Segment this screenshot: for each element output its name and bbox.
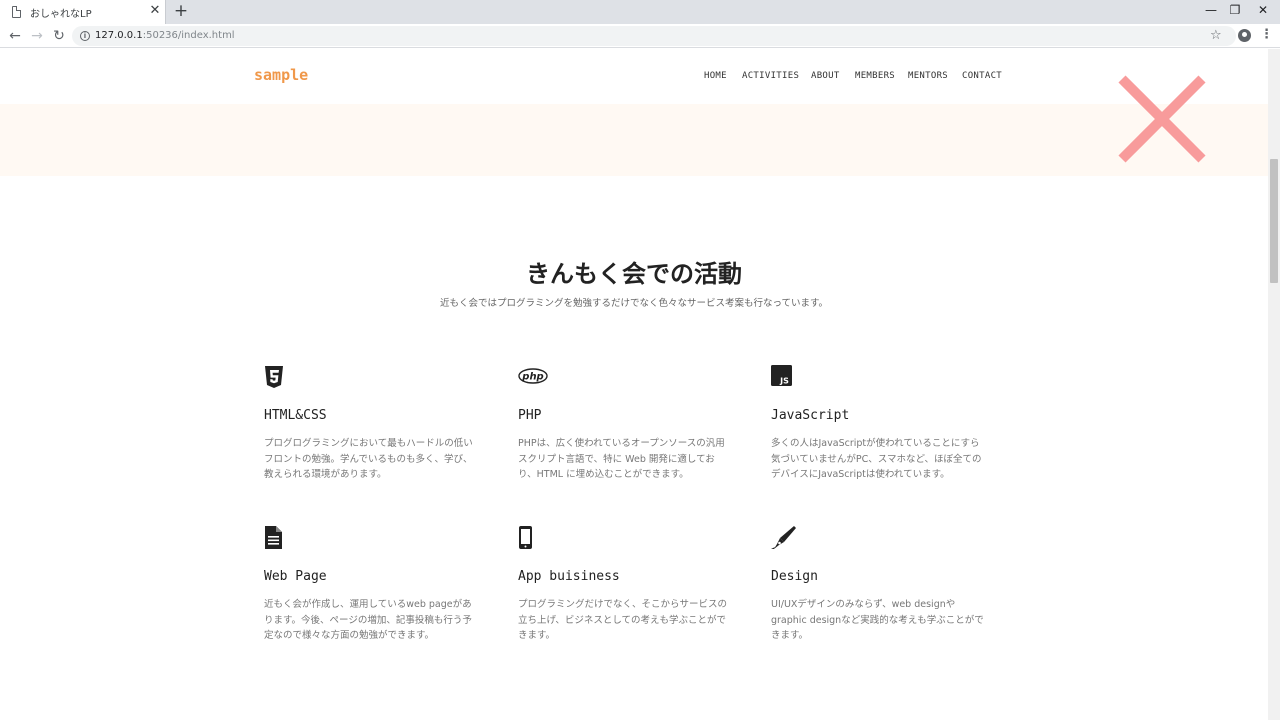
new-tab-button[interactable]: + bbox=[172, 2, 190, 20]
back-button[interactable]: ← bbox=[6, 27, 24, 45]
reload-button[interactable]: ↻ bbox=[50, 27, 68, 45]
page-scrollbar[interactable] bbox=[1268, 49, 1280, 720]
nav-activities[interactable]: ACTIVITIES bbox=[742, 71, 799, 81]
mobile-icon bbox=[519, 526, 532, 549]
nav-about[interactable]: ABOUT bbox=[811, 71, 840, 81]
address-bar[interactable]: i 127.0.0.1:50236/index.html ☆ bbox=[72, 26, 1236, 46]
url-text[interactable]: 127.0.0.1:50236/index.html bbox=[95, 30, 235, 41]
browser-tab[interactable]: おしゃれなLP ✕ bbox=[0, 0, 166, 24]
tab-close-icon[interactable]: ✕ bbox=[148, 4, 162, 18]
document-icon bbox=[265, 526, 282, 549]
nav-mentors[interactable]: MENTORS bbox=[908, 71, 948, 81]
page-content: sample HOME ACTIVITIES ABOUT MEMBERS MEN… bbox=[0, 49, 1268, 720]
card-title: App buisiness bbox=[518, 569, 620, 584]
nav-contact[interactable]: CONTACT bbox=[962, 71, 1002, 81]
pen-icon bbox=[771, 526, 796, 549]
card-title: PHP bbox=[518, 408, 542, 423]
browser-tab-bar: おしゃれなLP ✕ + — ❐ ✕ bbox=[0, 0, 1280, 24]
html5-icon bbox=[265, 366, 283, 388]
card-title: HTML&CSS bbox=[264, 408, 327, 423]
forward-button[interactable]: → bbox=[28, 27, 46, 45]
svg-text:php: php bbox=[521, 372, 543, 383]
info-icon[interactable]: i bbox=[80, 31, 90, 41]
php-icon: php bbox=[518, 368, 548, 384]
url-path: :50236/index.html bbox=[142, 30, 235, 41]
nav-home[interactable]: HOME bbox=[704, 71, 727, 81]
hero-band bbox=[0, 104, 1268, 176]
scrollbar-thumb[interactable] bbox=[1270, 159, 1278, 283]
nav-members[interactable]: MEMBERS bbox=[855, 71, 895, 81]
menu-icon[interactable]: ⋮ bbox=[1260, 27, 1273, 42]
site-logo[interactable]: sample bbox=[254, 66, 308, 84]
card-title: Web Page bbox=[264, 569, 327, 584]
card-text: プログラミングだけでなく、そこからサービスの立ち上げ、ビジネスとしての考えも学ぶ… bbox=[518, 599, 728, 641]
svg-text:JS: JS bbox=[779, 377, 789, 386]
close-menu-icon[interactable] bbox=[1112, 69, 1212, 169]
js-icon: JS bbox=[771, 365, 792, 386]
browser-toolbar: ← → ↻ i 127.0.0.1:50236/index.html ☆ ⋮ bbox=[0, 24, 1280, 48]
card-text: UI/UXデザインのみならず、web designやgraphic design… bbox=[771, 599, 984, 641]
window-close-button[interactable]: ✕ bbox=[1240, 0, 1280, 22]
url-host: 127.0.0.1 bbox=[95, 30, 143, 41]
card-text: 近もく会が作成し、運用しているweb pageがあります。今後、ページの増加、記… bbox=[264, 599, 472, 641]
card-text: プログログラミングにおいて最もハードルの低いフロントの勉強。学んでいるものも多く… bbox=[264, 438, 473, 480]
site-header: sample HOME ACTIVITIES ABOUT MEMBERS MEN… bbox=[0, 49, 1268, 104]
profile-icon[interactable] bbox=[1238, 29, 1251, 42]
bookmark-star-icon[interactable]: ☆ bbox=[1210, 28, 1222, 43]
card-title: Design bbox=[771, 569, 818, 584]
card-title: JavaScript bbox=[771, 408, 850, 423]
section-title: きんもく会での活動 bbox=[526, 260, 742, 288]
card-text: 多くの人はJavaScriptが使われていることにすら気づいていませんがPC、ス… bbox=[771, 438, 982, 480]
card-text: PHPは、広く使われているオープンソースの汎用スクリプト言語で、特に Web 開… bbox=[518, 438, 725, 480]
section-subtitle: 近もく会ではプログラミングを勉強するだけでなく色々なサービス考案も行なっています… bbox=[439, 298, 829, 309]
page-icon bbox=[12, 6, 21, 18]
tab-title: おしゃれなLP bbox=[30, 9, 92, 20]
